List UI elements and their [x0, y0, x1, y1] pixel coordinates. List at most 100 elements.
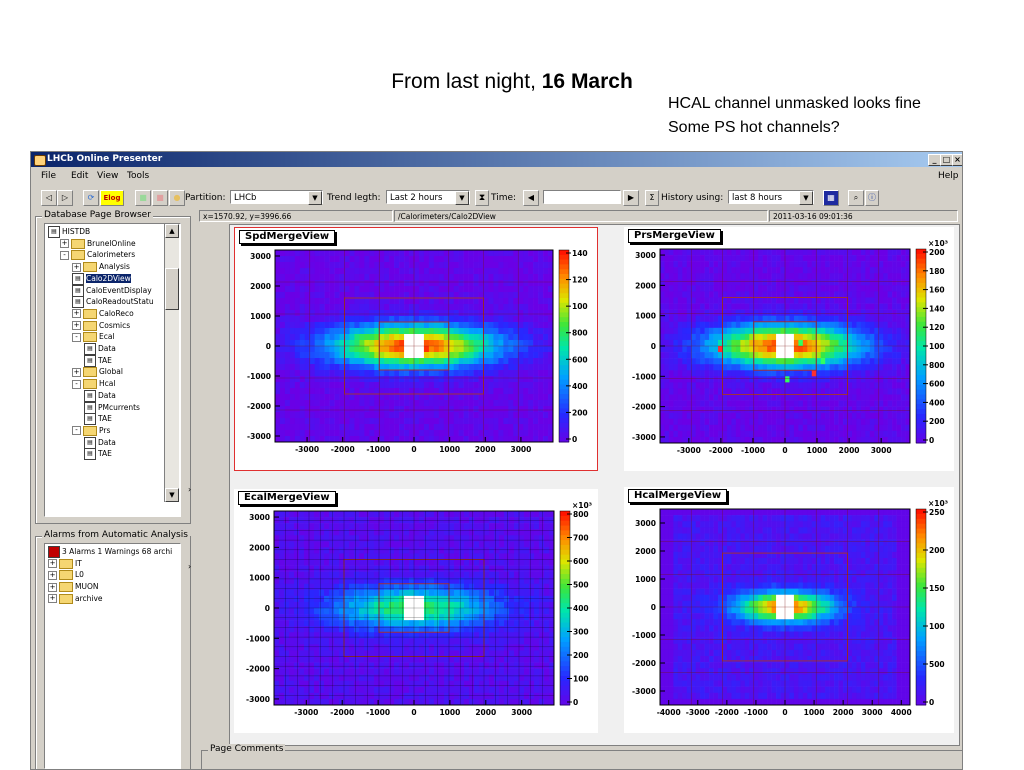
stop-icon[interactable]: ■	[152, 190, 168, 206]
play-icon[interactable]: ■	[135, 190, 151, 206]
heatmap-cell	[285, 412, 290, 418]
heatmap-cell	[513, 364, 518, 370]
history-select[interactable]: last 8 hours▼	[728, 190, 814, 204]
heatmap-cell	[274, 681, 279, 687]
heatmap-cell	[513, 274, 518, 280]
browser-node[interactable]: +Global	[72, 366, 123, 377]
heatmap-cell	[763, 261, 768, 267]
time-left-arrow-icon[interactable]: ◀	[523, 190, 539, 206]
heatmap-cell	[479, 430, 484, 436]
browser-node[interactable]: -Ecal	[72, 331, 115, 342]
menu-view[interactable]: View	[97, 168, 118, 184]
hourglass-icon[interactable]: ⧗	[475, 190, 489, 206]
alarm-node[interactable]: 3 Alarms 1 Warnings 68 archi	[48, 546, 172, 558]
heatmap-cell	[749, 376, 754, 382]
browser-node[interactable]: ▤Data	[84, 390, 116, 402]
expand-icon[interactable]: +	[72, 309, 81, 318]
browser-node[interactable]: ▤TAE	[84, 355, 112, 367]
scroll-down-icon[interactable]: ▼	[165, 488, 179, 502]
time-right-arrow-icon[interactable]: ▶	[623, 190, 639, 206]
info-icon[interactable]: ⓘ	[865, 190, 879, 206]
browser-node[interactable]: +BrunelOnline	[60, 238, 136, 249]
sigma-icon[interactable]: Σ	[645, 190, 659, 206]
back-arrow-icon[interactable]: ◁	[41, 190, 57, 206]
browser-node[interactable]: ▤TAE	[84, 448, 112, 460]
inspect-icon[interactable]: ⌕	[848, 190, 864, 206]
heatmap-cell	[812, 401, 817, 407]
scroll-up-icon[interactable]: ▲	[165, 224, 179, 238]
pause-icon[interactable]: ●	[169, 190, 185, 206]
browser-node[interactable]: ▤Data	[84, 343, 116, 355]
browser-node[interactable]: +CaloReco	[72, 308, 134, 319]
heatmap-cell	[727, 316, 732, 322]
expand-icon[interactable]: +	[48, 559, 57, 568]
alarm-node[interactable]: +MUON	[48, 581, 98, 592]
heatmap-cell	[404, 663, 409, 669]
browser-node[interactable]: -Calorimeters	[60, 249, 135, 260]
heatmap-cell	[280, 352, 285, 358]
menu-edit[interactable]: Edit	[71, 168, 88, 184]
spd-pad[interactable]: -3000-2000-10000100020003000300020001000…	[234, 227, 598, 471]
heatmap-cell	[484, 328, 489, 334]
heatmap-cell	[449, 286, 454, 292]
menu-help[interactable]: Help	[938, 168, 959, 184]
browser-node[interactable]: -Hcal	[72, 378, 115, 389]
ecal-pad[interactable]: -3000-2000-10000100020003000300020001000…	[234, 489, 598, 733]
browser-scrollbar[interactable]: ▲ ▼	[164, 224, 179, 502]
forward-arrow-icon[interactable]: ▷	[57, 190, 73, 206]
expand-icon[interactable]: +	[48, 571, 57, 580]
heatmap-cell	[399, 418, 404, 424]
browser-expand-icon[interactable]: ›	[188, 485, 191, 494]
browser-node[interactable]: ▤TAE	[84, 413, 112, 425]
heatmap-cell	[789, 261, 794, 267]
collapse-icon[interactable]: -	[72, 333, 81, 342]
collapse-icon[interactable]: -	[60, 251, 69, 260]
prs-pad[interactable]: -3000-2000-10000100020003000300020001000…	[624, 227, 954, 471]
heatmap-cell	[731, 285, 736, 291]
alarms-expand-icon[interactable]: ›	[188, 562, 191, 571]
refresh-icon[interactable]: ⟳	[83, 190, 99, 206]
browser-node[interactable]: ▤CaloEventDisplay	[72, 285, 152, 297]
collapse-icon[interactable]: -	[72, 380, 81, 389]
expand-icon[interactable]: +	[60, 239, 69, 248]
heatmap-cell	[349, 632, 354, 638]
browser-node[interactable]: ▤PMcurrents	[84, 402, 140, 414]
trend-select[interactable]: Last 2 hours▼	[386, 190, 470, 204]
heatmap-cell	[888, 388, 893, 394]
heatmap-cell	[419, 687, 424, 693]
expand-icon[interactable]: +	[72, 368, 81, 377]
canvas-icon[interactable]: ▦	[823, 190, 839, 206]
browser-node[interactable]: ▤Calo2DView	[72, 273, 131, 285]
elog-button[interactable]: Elog	[100, 190, 124, 206]
browser-node[interactable]: ▤CaloReadoutStatu	[72, 296, 154, 308]
heatmap-cell	[384, 322, 389, 328]
partition-select[interactable]: LHCb▼	[230, 190, 323, 204]
browser-node[interactable]: +Analysis	[72, 261, 130, 272]
expand-icon[interactable]: +	[72, 321, 81, 330]
expand-icon[interactable]: +	[48, 594, 57, 603]
heatmap-cell	[379, 560, 384, 566]
alarm-node[interactable]: +L0	[48, 569, 84, 580]
browser-node[interactable]: -Prs	[72, 425, 110, 436]
alarm-node[interactable]: +IT	[48, 558, 82, 569]
heatmap-cell	[374, 560, 379, 566]
heatmap-cell	[354, 304, 359, 310]
browser-node[interactable]: ▤Data	[84, 437, 116, 449]
expand-icon[interactable]: +	[48, 583, 57, 592]
browser-node[interactable]: ▤HISTDB	[48, 226, 90, 238]
histogram-canvas[interactable]: -3000-2000-10000100020003000300020001000…	[229, 224, 960, 746]
expand-icon[interactable]: +	[72, 263, 81, 272]
heatmap-cell	[736, 401, 741, 407]
menu-file[interactable]: File	[41, 168, 56, 184]
browser-node[interactable]: +Cosmics	[72, 320, 130, 331]
menu-tools[interactable]: Tools	[127, 168, 149, 184]
heatmap-cell	[848, 431, 853, 437]
alarm-node[interactable]: +archive	[48, 593, 103, 604]
close-button[interactable]: ×	[952, 154, 963, 166]
heatmap-cell	[543, 256, 548, 262]
collapse-icon[interactable]: -	[72, 426, 81, 435]
heatmap-cell	[295, 412, 300, 418]
heatmap-cell	[781, 298, 786, 304]
time-field[interactable]	[543, 190, 621, 204]
scroll-thumb[interactable]	[165, 268, 179, 310]
